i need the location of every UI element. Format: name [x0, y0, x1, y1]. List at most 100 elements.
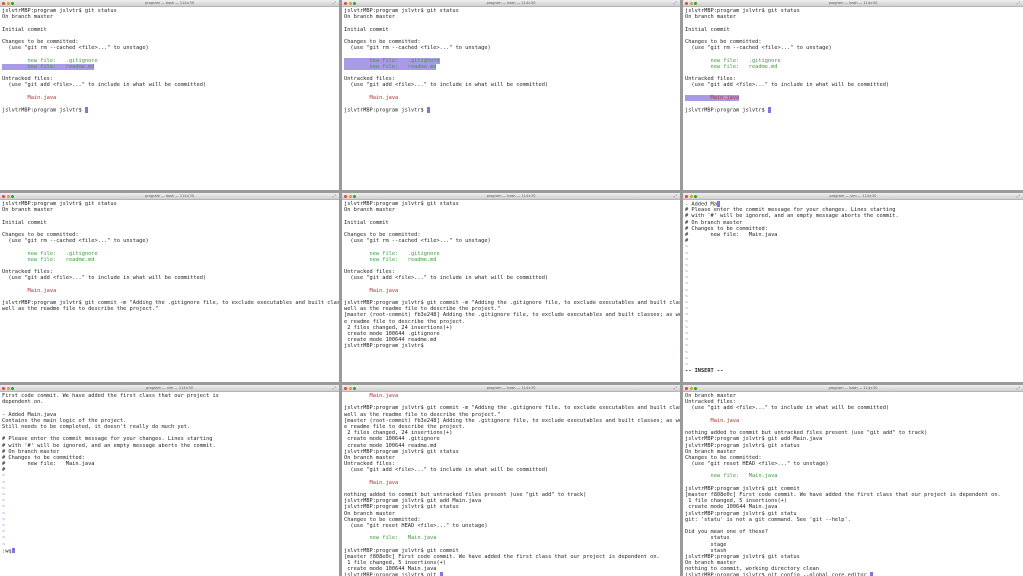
fullscreen-icon[interactable]: ⤢: [674, 0, 677, 6]
terminal-window[interactable]: program — bash — 114×30 ⤢ jslvtrMBP:progra…: [342, 193, 680, 382]
fullscreen-icon[interactable]: ⤢: [674, 385, 677, 391]
terminal-output[interactable]: Main.java jslvtrMBP:program jslvtr$ git c…: [342, 392, 680, 576]
terminal-output[interactable]: jslvtrMBP:program jslvtr$ git status On b…: [342, 200, 680, 350]
window-controls[interactable]: [685, 386, 697, 390]
terminal-output[interactable]: jslvtrMBP:program jslvtr$ git status On b…: [0, 7, 339, 114]
minimize-button[interactable]: [689, 386, 693, 390]
terminal-line-text: ~: [685, 355, 689, 362]
window-titlebar[interactable]: program — vim — 114×30 ⤢: [683, 193, 1023, 200]
close-button[interactable]: [685, 386, 688, 390]
window-titlebar[interactable]: program — vim — 114×30 ⤢: [0, 385, 339, 392]
window-controls[interactable]: [2, 194, 14, 198]
minimize-button[interactable]: [348, 1, 352, 5]
terminal-line-text: jslvtrMBP:program jslvtr$ git status: [2, 8, 117, 14]
terminal-line-text: new file: .gitignore: [344, 57, 440, 64]
window-titlebar[interactable]: program — bash — 114×30 ⤢: [342, 193, 680, 200]
fullscreen-icon[interactable]: ⤢: [333, 193, 336, 199]
terminal-line-text: (use "git add <file>..." to include in w…: [344, 275, 549, 282]
terminal-window[interactable]: program — vim — 114×30 ⤢ - Added Ma # Pleas…: [683, 193, 1023, 382]
terminal-window[interactable]: program — bash — 114×30 ⤢ Main.java jslvtr…: [342, 385, 680, 576]
close-button[interactable]: [685, 194, 688, 198]
window-titlebar[interactable]: program — bash — 114×30 ⤢: [0, 193, 339, 200]
terminal-window[interactable]: program — bash — 114×30 ⤢ jslvtrMBP:progra…: [0, 193, 339, 382]
terminal-window[interactable]: program — bash — 114×30 ⤢ On branch master…: [683, 385, 1023, 576]
fullscreen-icon[interactable]: ⤢: [674, 193, 677, 199]
minimize-button[interactable]: [6, 194, 10, 198]
zoom-button[interactable]: [353, 1, 356, 5]
window-controls[interactable]: [685, 1, 697, 5]
terminal-line-text: Main.java: [344, 479, 399, 486]
terminal-output[interactable]: - Added Ma # Please enter the commit mess…: [683, 200, 1023, 374]
terminal-output[interactable]: First code commit. We have added the fir…: [0, 392, 339, 554]
terminal-window[interactable]: program — vim — 114×30 ⤢ First code commit…: [0, 385, 339, 576]
close-button[interactable]: [2, 194, 5, 198]
terminal-output[interactable]: jslvtrMBP:program jslvtr$ git status On b…: [342, 7, 680, 114]
terminal-line-text: new file: Main.java: [344, 535, 437, 542]
window-titlebar[interactable]: program — bash — 114×30 ⤢: [342, 0, 680, 7]
terminal-line-text: On branch master: [685, 448, 737, 455]
zoom-button[interactable]: [694, 194, 697, 198]
zoom-button[interactable]: [353, 194, 356, 198]
zoom-button[interactable]: [11, 1, 14, 5]
zoom-button[interactable]: [11, 386, 14, 390]
window-controls[interactable]: [344, 386, 356, 390]
minimize-button[interactable]: [689, 1, 693, 5]
window-controls[interactable]: [344, 194, 356, 198]
terminal-line-text: create mode 100644 .gitignore: [344, 330, 440, 337]
window-titlebar[interactable]: program — bash — 114×30 ⤢: [683, 385, 1023, 392]
terminal-line-text: jslvtrMBP:program jslvtr$ git status: [344, 504, 459, 511]
window-titlebar[interactable]: program — bash — 114×30 ⤢: [342, 385, 680, 392]
close-button[interactable]: [344, 386, 347, 390]
terminal-line-text: Initial commit: [344, 26, 389, 33]
close-button[interactable]: [2, 1, 5, 5]
terminal-line-text: ~: [2, 510, 6, 517]
terminal-line-text: jslvtrMBP:program jslvtr$ git commit -m …: [344, 300, 680, 306]
terminal-line-text: e readme file to describe the project.: [344, 318, 466, 325]
terminal-line-text: ~: [685, 306, 689, 313]
fullscreen-icon[interactable]: ⤢: [333, 0, 336, 6]
terminal-line-text: Main.java: [685, 417, 740, 424]
minimize-button[interactable]: [348, 386, 352, 390]
minimize-button[interactable]: [6, 386, 10, 390]
fullscreen-icon[interactable]: ⤢: [1017, 0, 1020, 6]
terminal-output[interactable]: On branch master Untracked files: (use "g…: [683, 392, 1023, 576]
terminal-line-text: On branch master: [344, 510, 396, 517]
fullscreen-icon[interactable]: ⤢: [1017, 385, 1020, 391]
zoom-button[interactable]: [353, 386, 356, 390]
close-button[interactable]: [685, 1, 688, 5]
terminal-line-text: # Changes to be committed:: [685, 225, 768, 232]
minimize-button[interactable]: [348, 194, 352, 198]
terminal-line-text: # with '#' will be ignored, and an empty…: [2, 442, 216, 449]
close-button[interactable]: [344, 1, 347, 5]
window-titlebar[interactable]: program — bash — 114×30 ⤢: [683, 0, 1023, 7]
window-controls[interactable]: [344, 1, 356, 5]
terminal-line-text: Main.java: [344, 94, 399, 101]
terminal-line-text: new file: readme.md: [344, 63, 437, 70]
terminal-output[interactable]: jslvtrMBP:program jslvtr$ git status On b…: [683, 7, 1023, 114]
terminal-window[interactable]: program — bash — 114×30 ⤢ jslvtrMBP:progra…: [0, 0, 339, 190]
fullscreen-icon[interactable]: ⤢: [333, 385, 336, 391]
minimize-button[interactable]: [6, 1, 10, 5]
minimize-button[interactable]: [689, 194, 693, 198]
close-button[interactable]: [2, 386, 5, 390]
window-controls[interactable]: [685, 194, 697, 198]
window-titlebar[interactable]: program — bash — 114×30 ⤢: [0, 0, 339, 7]
window-controls[interactable]: [2, 1, 14, 5]
window-controls[interactable]: [2, 386, 14, 390]
close-button[interactable]: [344, 194, 347, 198]
terminal-line-text: ~: [2, 492, 6, 498]
fullscreen-icon[interactable]: ⤢: [1017, 193, 1020, 199]
terminal-output[interactable]: jslvtrMBP:program jslvtr$ git status On b…: [0, 200, 339, 312]
terminal-line-text: well as the readme file to describe the …: [344, 411, 501, 418]
terminal-line-text: ~: [685, 349, 689, 356]
terminal-line-text: ~: [685, 330, 689, 337]
terminal-line-text: ~: [2, 535, 6, 542]
zoom-button[interactable]: [694, 386, 697, 390]
terminal-window[interactable]: program — bash — 114×30 ⤢ jslvtrMBP:progra…: [683, 0, 1023, 190]
terminal-line-text: jslvtrMBP:program jslvtr$ git status: [344, 8, 459, 14]
zoom-button[interactable]: [694, 1, 697, 5]
terminal-line-text: Contains the main logic of the project.: [2, 417, 127, 424]
terminal-line-text: jslvtrMBP:program jslvtr$ git status: [685, 553, 800, 560]
terminal-window[interactable]: program — bash — 114×30 ⤢ jslvtrMBP:progra…: [342, 0, 680, 190]
zoom-button[interactable]: [11, 194, 14, 198]
